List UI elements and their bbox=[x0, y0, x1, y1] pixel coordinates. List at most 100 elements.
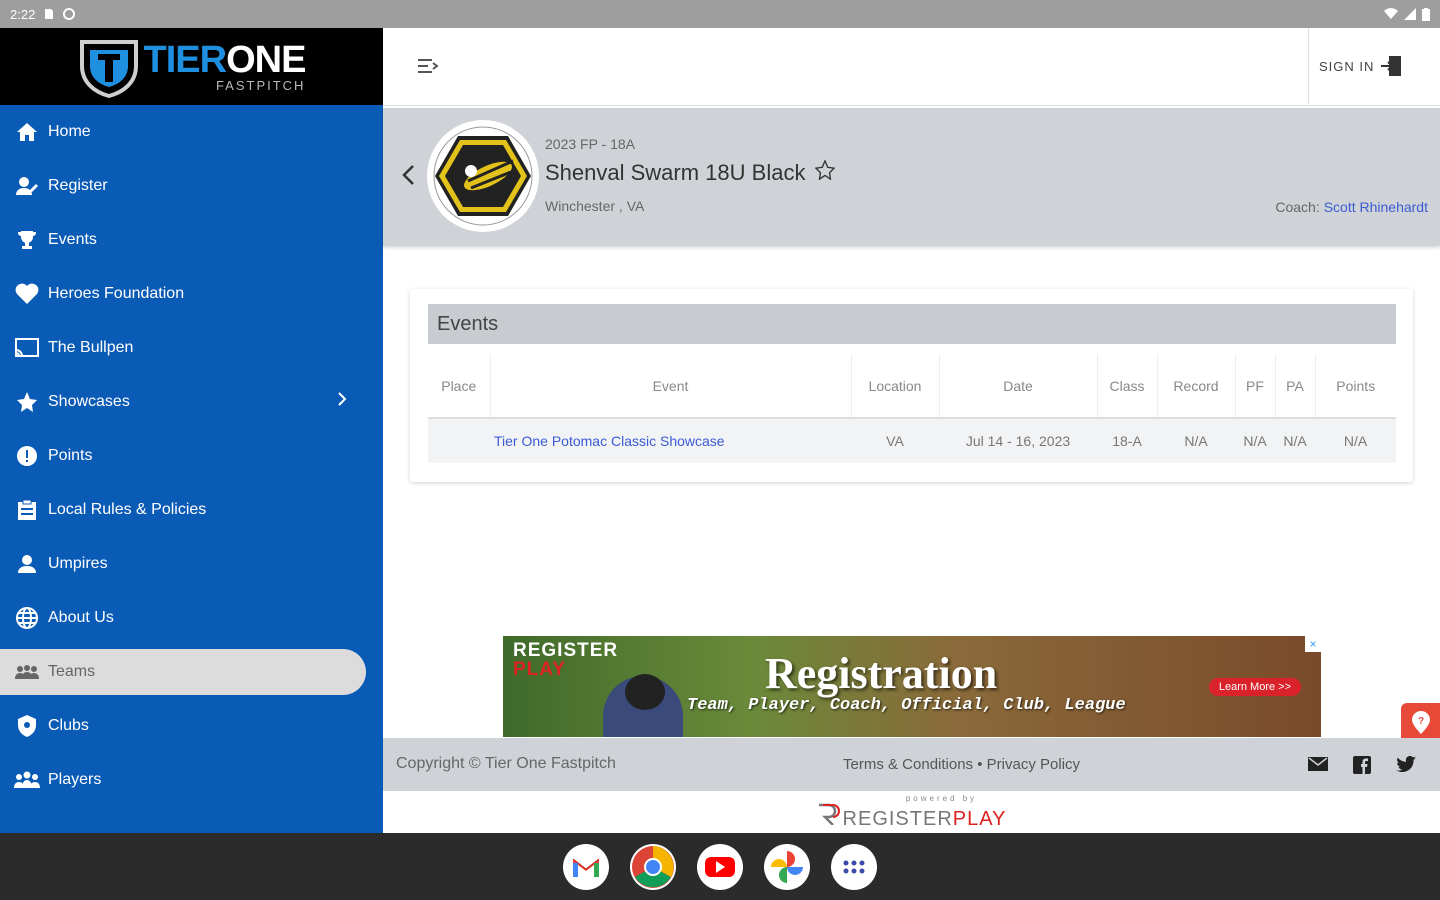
help-button[interactable]: ? bbox=[1401, 703, 1440, 743]
team-logo bbox=[427, 120, 539, 232]
col-event[interactable]: Event bbox=[490, 354, 852, 419]
col-location[interactable]: Location bbox=[851, 354, 940, 419]
star-icon bbox=[14, 389, 40, 415]
cast-icon bbox=[14, 335, 40, 361]
notification-icon bbox=[63, 8, 76, 20]
sidebar-item-home[interactable]: Home bbox=[0, 105, 383, 159]
sidebar-item-label: About Us bbox=[48, 609, 114, 626]
powered-by[interactable]: powered by REGISTERPLAY bbox=[383, 791, 1440, 833]
status-bar: 2:22 bbox=[0, 0, 1440, 28]
email-icon[interactable] bbox=[1308, 756, 1328, 772]
col-place[interactable]: Place bbox=[428, 354, 491, 419]
ad-headline: Registration bbox=[765, 649, 998, 698]
footer-separator: • bbox=[977, 756, 983, 773]
ad-learn-more-button[interactable]: Learn More >> bbox=[1208, 678, 1301, 696]
events-table: Place Event Location Date Class Record P… bbox=[428, 354, 1396, 463]
cell-place bbox=[428, 418, 490, 463]
tier-one-logo[interactable]: TIERONE FASTPITCH bbox=[78, 36, 306, 98]
coach-link[interactable]: Scott Rhinehardt bbox=[1324, 199, 1428, 215]
trophy-icon bbox=[14, 227, 40, 253]
ad-close-icon[interactable]: × bbox=[1305, 636, 1321, 652]
menu-toggle-icon[interactable] bbox=[417, 58, 439, 76]
sd-card-icon bbox=[43, 8, 55, 20]
team-header: 2023 FP - 18A Shenval Swarm 18U Black Wi… bbox=[383, 108, 1440, 246]
brand-sub: FASTPITCH bbox=[215, 78, 306, 93]
facebook-icon[interactable] bbox=[1353, 756, 1371, 774]
youtube-icon[interactable] bbox=[697, 843, 743, 890]
col-pf[interactable]: PF bbox=[1235, 354, 1276, 419]
coach-info: Coach: Scott Rhinehardt bbox=[1275, 199, 1428, 215]
sidebar-item-points[interactable]: Points bbox=[0, 429, 383, 483]
favorite-star-icon[interactable] bbox=[814, 159, 836, 186]
terms-link[interactable]: Terms & Conditions bbox=[843, 756, 973, 773]
col-points[interactable]: Points bbox=[1315, 354, 1396, 419]
cell-location: VA bbox=[851, 418, 939, 463]
sidebar-item-the-bullpen[interactable]: The Bullpen bbox=[0, 321, 383, 375]
powered-brand-register: REGISTER bbox=[842, 808, 953, 830]
sidebar: TIERONE FASTPITCH Home Register Events H… bbox=[0, 28, 383, 833]
col-record[interactable]: Record bbox=[1157, 354, 1236, 419]
globe-icon bbox=[14, 605, 40, 631]
ad-banner[interactable]: REGISTER PLAY Registration Team, Player,… bbox=[503, 636, 1321, 737]
privacy-link[interactable]: Privacy Policy bbox=[987, 756, 1080, 773]
col-pa[interactable]: PA bbox=[1275, 354, 1316, 419]
event-link[interactable]: Tier One Potomac Classic Showcase bbox=[494, 433, 725, 449]
events-title: Events bbox=[428, 304, 1396, 344]
coach-label: Coach: bbox=[1275, 199, 1320, 215]
status-time: 2:22 bbox=[10, 6, 36, 22]
cell-record: N/A bbox=[1157, 418, 1235, 463]
sidebar-item-label: The Bullpen bbox=[48, 339, 134, 356]
social-links bbox=[1308, 756, 1416, 774]
team-name-text: Shenval Swarm 18U Black bbox=[545, 160, 806, 185]
shield-logo-icon bbox=[79, 39, 138, 98]
chevron-right-icon[interactable] bbox=[337, 392, 347, 411]
sidebar-item-teams[interactable]: Teams bbox=[0, 649, 366, 695]
logo-area[interactable]: TIERONE FASTPITCH bbox=[0, 28, 383, 105]
umpire-figure bbox=[603, 674, 683, 737]
sign-in-button[interactable]: SIGN IN bbox=[1308, 28, 1440, 104]
shield-icon bbox=[14, 713, 40, 739]
col-class[interactable]: Class bbox=[1097, 354, 1158, 419]
gmail-icon[interactable] bbox=[563, 843, 609, 890]
sign-in-label: SIGN IN bbox=[1319, 58, 1375, 74]
powered-by-label: powered by bbox=[905, 794, 978, 803]
sidebar-item-label: Umpires bbox=[48, 555, 108, 572]
sidebar-item-label: Events bbox=[48, 231, 97, 248]
sidebar-item-register[interactable]: Register bbox=[0, 159, 383, 213]
back-arrow-icon[interactable] bbox=[401, 164, 415, 191]
chrome-icon[interactable] bbox=[630, 843, 676, 890]
cell-event: Tier One Potomac Classic Showcase bbox=[490, 418, 851, 463]
heart-icon bbox=[14, 281, 40, 307]
sign-in-icon bbox=[1381, 56, 1402, 76]
top-header: SIGN IN bbox=[383, 28, 1440, 106]
cell-pf: N/A bbox=[1235, 418, 1275, 463]
google-photos-icon[interactable] bbox=[764, 843, 810, 890]
team-season: 2023 FP - 18A bbox=[545, 136, 636, 152]
cell-class: 18-A bbox=[1097, 418, 1157, 463]
sidebar-item-local-rules[interactable]: Local Rules & Policies bbox=[0, 483, 383, 537]
sidebar-item-showcases[interactable]: Showcases bbox=[0, 375, 383, 429]
ad-tagline: Team, Player, Coach, Official, Club, Lea… bbox=[687, 696, 1126, 715]
sidebar-item-heroes-foundation[interactable]: Heroes Foundation bbox=[0, 267, 383, 321]
twitter-icon[interactable] bbox=[1396, 756, 1416, 772]
sidebar-item-label: Local Rules & Policies bbox=[48, 501, 207, 518]
sidebar-item-label: Showcases bbox=[48, 393, 130, 410]
team-name: Shenval Swarm 18U Black bbox=[545, 159, 836, 186]
teams-icon bbox=[14, 659, 40, 685]
sidebar-item-players[interactable]: Players bbox=[0, 753, 383, 807]
footer-links: Terms & Conditions • Privacy Policy bbox=[843, 756, 1080, 773]
status-right bbox=[1384, 7, 1430, 21]
home-icon bbox=[14, 119, 40, 145]
col-date[interactable]: Date bbox=[939, 354, 1098, 419]
table-header-row: Place Event Location Date Class Record P… bbox=[428, 354, 1396, 419]
sidebar-item-about-us[interactable]: About Us bbox=[0, 591, 383, 645]
sidebar-item-label: Clubs bbox=[48, 717, 89, 734]
sidebar-item-events[interactable]: Events bbox=[0, 213, 383, 267]
sidebar-item-clubs[interactable]: Clubs bbox=[0, 699, 383, 753]
team-location: Winchester , VA bbox=[545, 198, 645, 214]
sidebar-item-label: Home bbox=[48, 123, 91, 140]
sidebar-item-umpires[interactable]: Umpires bbox=[0, 537, 383, 591]
hornet-logo-icon bbox=[433, 126, 533, 226]
sidebar-nav: Home Register Events Heroes Foundation T… bbox=[0, 105, 383, 807]
app-drawer-icon[interactable] bbox=[831, 843, 877, 890]
